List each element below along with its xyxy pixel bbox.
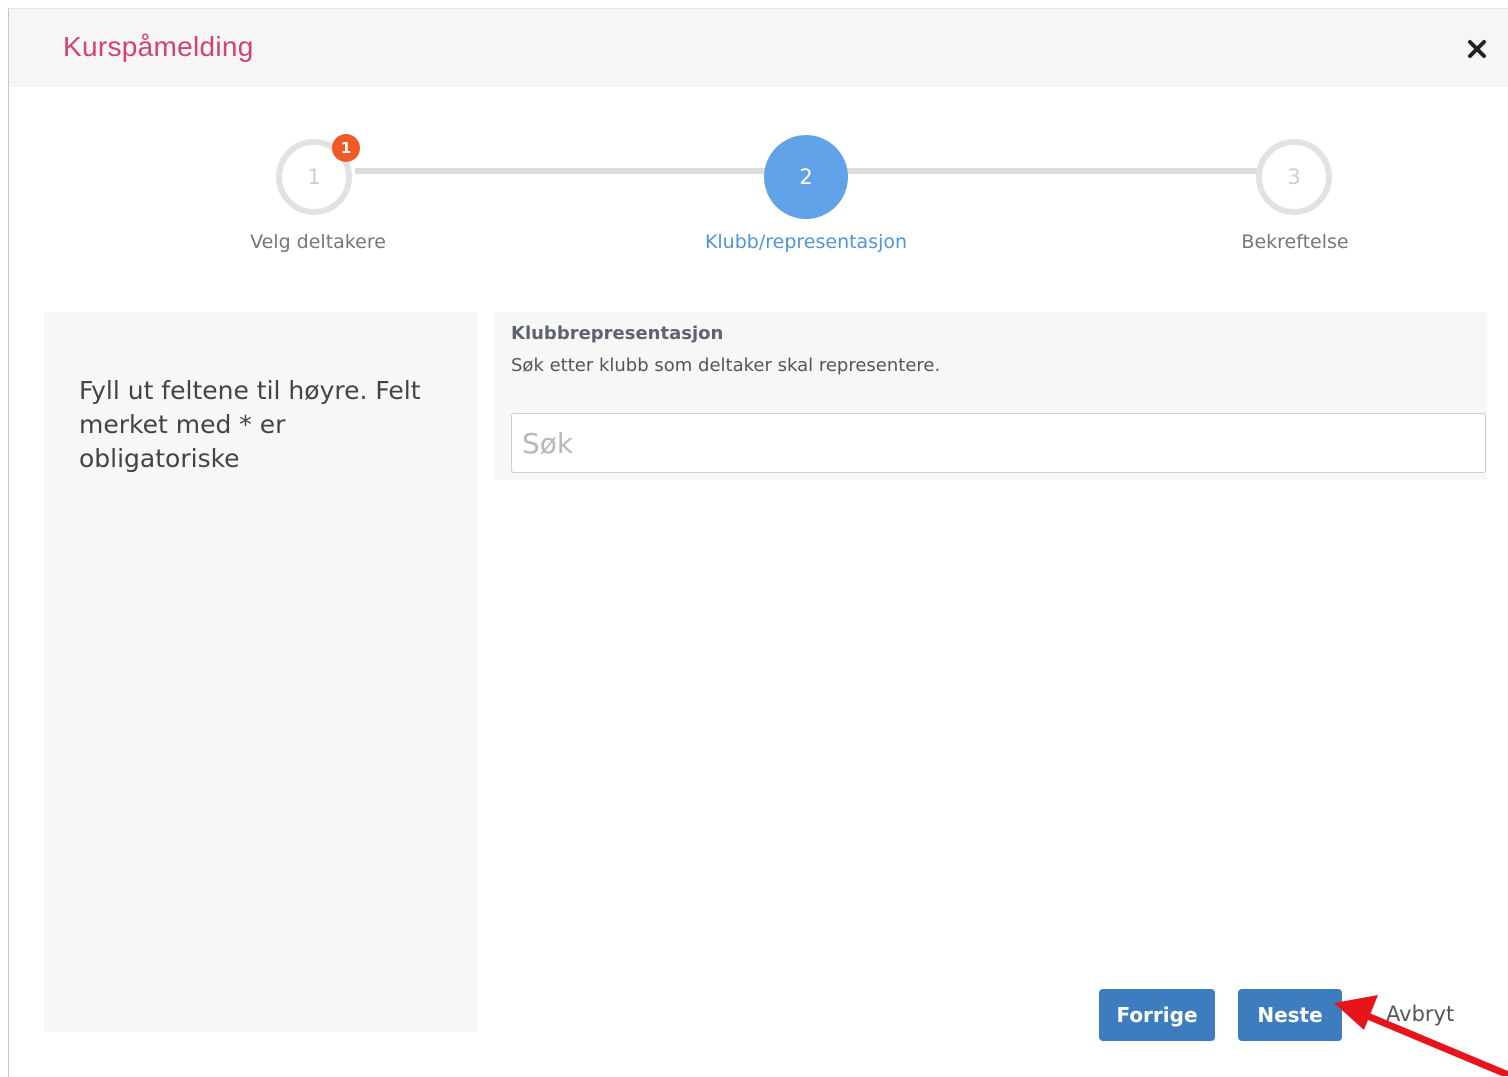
step-2-label[interactable]: Klubb/representasjon <box>705 231 907 253</box>
section-description: Søk etter klubb som deltaker skal repres… <box>511 355 941 376</box>
step-1-number: 1 <box>307 165 321 189</box>
close-icon <box>1468 40 1486 58</box>
info-panel: Fyll ut feltene til høyre. Felt merket m… <box>44 312 477 1032</box>
club-search-input[interactable] <box>511 413 1486 473</box>
annotation-arrow-icon <box>1334 995 1508 1076</box>
step-3-label[interactable]: Bekreftelse <box>1241 231 1348 253</box>
step-3-number: 3 <box>1287 165 1301 189</box>
step-1-label[interactable]: Velg deltakere <box>250 231 386 253</box>
step-connector-2-3 <box>847 168 1257 174</box>
step-2-circle[interactable]: 2 <box>764 135 848 219</box>
step-2-number: 2 <box>799 165 813 189</box>
section-title: Klubbrepresentasjon <box>511 323 724 344</box>
step-1-badge: 1 <box>332 134 360 162</box>
step-connector-1-2 <box>355 168 765 174</box>
club-representation-section: Klubbrepresentasjon Søk etter klubb som … <box>494 312 1487 480</box>
step-3-circle[interactable]: 3 <box>1256 139 1332 215</box>
close-button[interactable] <box>1461 33 1493 65</box>
course-registration-modal: Kurspåmelding 1 1 Velg deltakere 2 Klubb… <box>8 8 1508 1077</box>
modal-header: Kurspåmelding <box>9 9 1508 87</box>
previous-button[interactable]: Forrige <box>1099 989 1215 1041</box>
modal-title: Kurspåmelding <box>63 31 254 62</box>
instructions-text: Fyll ut feltene til høyre. Felt merket m… <box>79 376 421 473</box>
